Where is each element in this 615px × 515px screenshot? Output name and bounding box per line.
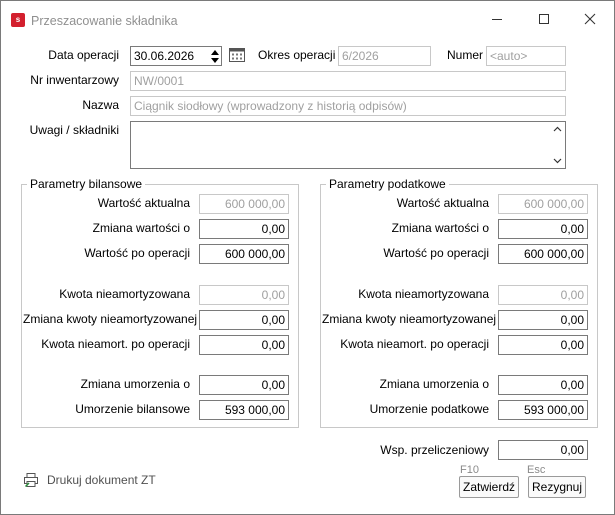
print-document-label: Drukuj dokument ZT bbox=[47, 473, 156, 487]
okres-operacji-field: 6/2026 bbox=[338, 46, 431, 66]
bil-zmiana-kwoty-input[interactable]: 0,00 bbox=[199, 310, 289, 330]
bil-zmiana-umorzenia-label: Zmiana umorzenia o bbox=[80, 377, 190, 391]
bil-kwota-nieam-label: Kwota nieamortyzowana bbox=[59, 287, 190, 301]
pod-zmiana-wartosci-label: Zmiana wartości o bbox=[391, 221, 489, 235]
nazwa-label: Nazwa bbox=[82, 98, 119, 112]
bil-zmiana-kwoty-label: Zmiana kwoty nieamortyzowanej bbox=[23, 312, 198, 326]
bil-zmiana-umorzenia-input[interactable]: 0,00 bbox=[199, 375, 289, 395]
app-logo-icon: s bbox=[11, 13, 25, 27]
bil-kwota-po-input[interactable]: 0,00 bbox=[199, 335, 289, 355]
podatkowe-title: Parametry podatkowe bbox=[326, 177, 449, 191]
pod-zmiana-umorzenia-label: Zmiana umorzenia o bbox=[379, 377, 489, 391]
cancel-button[interactable]: Rezygnuj bbox=[528, 476, 586, 498]
pod-wartosc-aktualna-label: Wartość aktualna bbox=[396, 196, 489, 210]
calendar-icon bbox=[229, 48, 245, 62]
scroll-up-icon[interactable] bbox=[553, 126, 562, 132]
pod-kwota-nieam-label: Kwota nieamortyzowana bbox=[358, 287, 489, 301]
bil-wartosc-po-label: Wartość po operacji bbox=[84, 246, 190, 260]
nazwa-field: Ciągnik siodłowy (wprowadzony z historią… bbox=[130, 96, 566, 116]
spin-down-icon[interactable] bbox=[211, 58, 219, 63]
spin-up-icon[interactable] bbox=[211, 50, 219, 55]
numer-field: <auto> bbox=[486, 46, 566, 66]
pod-umorzenie-label: Umorzenie podatkowe bbox=[369, 402, 489, 416]
pod-umorzenie-input[interactable]: 593 000,00 bbox=[498, 400, 588, 420]
calendar-button[interactable] bbox=[228, 46, 246, 63]
confirm-shortcut-hint: F10 bbox=[460, 464, 479, 476]
okres-operacji-label: Okres operacji bbox=[258, 48, 336, 62]
bil-wartosc-po-input[interactable]: 600 000,00 bbox=[199, 244, 289, 264]
minimize-button[interactable] bbox=[474, 5, 520, 33]
uwagi-textarea[interactable] bbox=[130, 121, 566, 169]
pod-wartosc-po-input[interactable]: 600 000,00 bbox=[498, 244, 588, 264]
bil-kwota-po-label: Kwota nieamort. po operacji bbox=[41, 337, 190, 351]
close-button[interactable] bbox=[567, 5, 613, 33]
confirm-button[interactable]: Zatwierdź bbox=[459, 476, 519, 498]
cancel-shortcut-hint: Esc bbox=[527, 464, 546, 476]
pod-zmiana-umorzenia-input[interactable]: 0,00 bbox=[498, 375, 588, 395]
nr-inwentarzowy-field: NW/0001 bbox=[130, 71, 566, 91]
uwagi-scrollbar[interactable] bbox=[549, 122, 565, 168]
minimize-icon bbox=[492, 19, 502, 20]
pod-kwota-po-label: Kwota nieamort. po operacji bbox=[340, 337, 489, 351]
pod-wartosc-aktualna-field: 600 000,00 bbox=[498, 194, 588, 214]
wsp-przeliczeniowy-label: Wsp. przeliczeniowy bbox=[380, 443, 489, 457]
data-operacji-label: Data operacji bbox=[48, 48, 119, 62]
date-spinner[interactable] bbox=[209, 46, 222, 66]
nr-inwentarzowy-label: Nr inwentarzowy bbox=[30, 73, 119, 87]
uwagi-label: Uwagi / składniki bbox=[29, 123, 119, 137]
bil-wartosc-aktualna-label: Wartość aktualna bbox=[97, 196, 190, 210]
window-title: Przeszacowanie składnika bbox=[31, 14, 178, 28]
pod-wartosc-po-label: Wartość po operacji bbox=[383, 246, 489, 260]
pod-zmiana-kwoty-label: Zmiana kwoty nieamortyzowanej bbox=[322, 312, 497, 326]
pod-zmiana-wartosci-input[interactable]: 0,00 bbox=[498, 219, 588, 239]
numer-label: Numer bbox=[447, 48, 484, 62]
printer-icon bbox=[24, 473, 38, 488]
bilansowe-title: Parametry bilansowe bbox=[27, 177, 146, 191]
bil-zmiana-wartosci-input[interactable]: 0,00 bbox=[199, 219, 289, 239]
print-document-link[interactable]: Drukuj dokument ZT bbox=[23, 472, 156, 488]
data-operacji-input[interactable]: 30.06.2026 bbox=[130, 46, 210, 66]
bil-wartosc-aktualna-field: 600 000,00 bbox=[199, 194, 289, 214]
close-icon bbox=[584, 13, 596, 25]
pod-kwota-po-input[interactable]: 0,00 bbox=[498, 335, 588, 355]
title-bar: s Przeszacowanie składnika bbox=[1, 1, 614, 37]
wsp-przeliczeniowy-input[interactable]: 0,00 bbox=[498, 440, 588, 460]
scroll-down-icon[interactable] bbox=[553, 158, 562, 164]
pod-kwota-nieam-field: 0,00 bbox=[498, 285, 588, 305]
bil-umorzenie-input[interactable]: 593 000,00 bbox=[199, 400, 289, 420]
maximize-icon bbox=[539, 14, 549, 24]
maximize-button[interactable] bbox=[521, 5, 567, 33]
bil-kwota-nieam-field: 0,00 bbox=[199, 285, 289, 305]
bil-zmiana-wartosci-label: Zmiana wartości o bbox=[92, 221, 190, 235]
bil-umorzenie-label: Umorzenie bilansowe bbox=[75, 402, 190, 416]
pod-zmiana-kwoty-input[interactable]: 0,00 bbox=[498, 310, 588, 330]
dialog-window: s Przeszacowanie składnika Data operacji… bbox=[0, 0, 615, 515]
